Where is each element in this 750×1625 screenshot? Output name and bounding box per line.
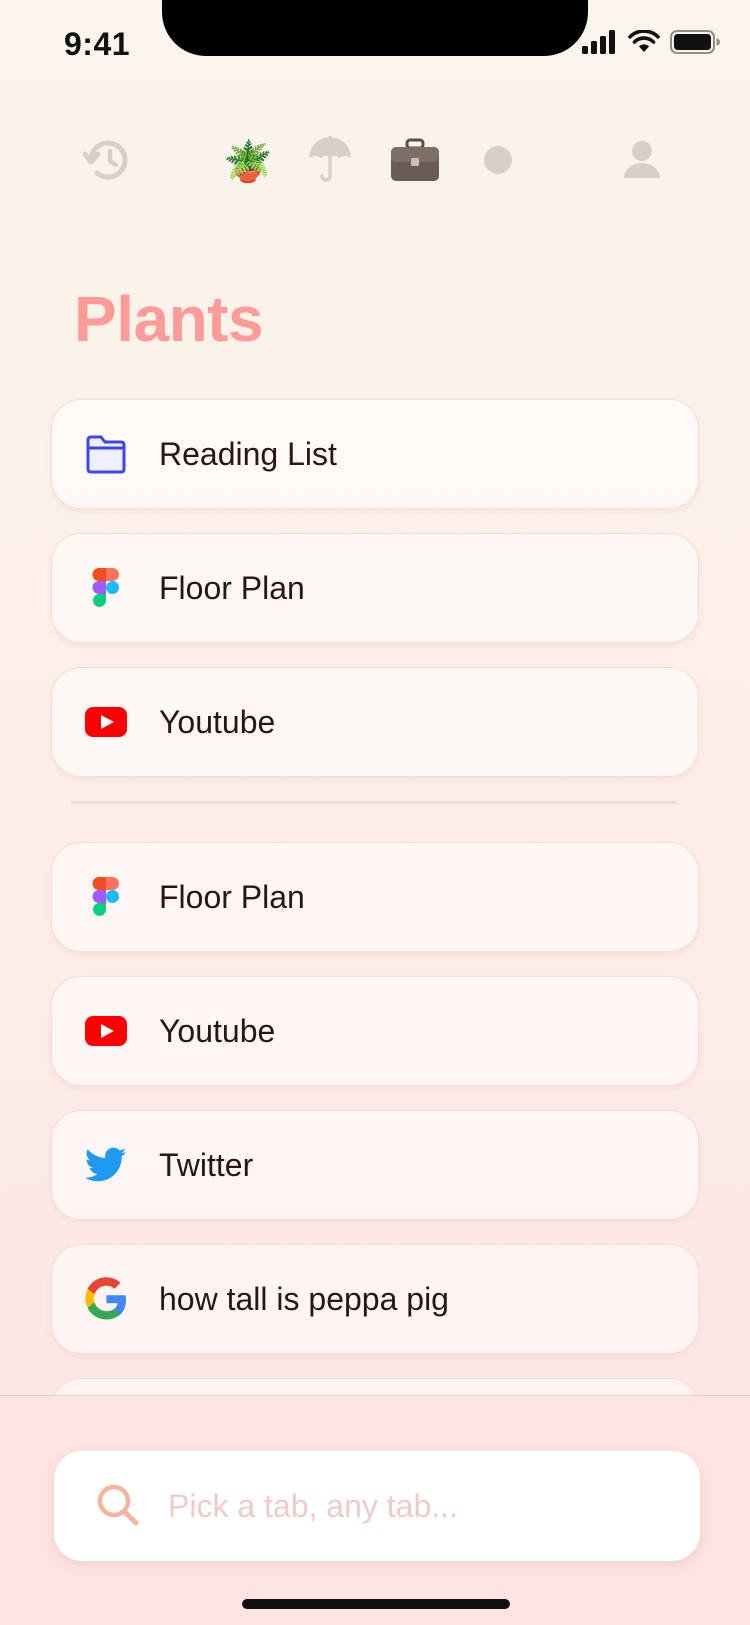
tab-row-twitter[interactable]: Twitter xyxy=(51,1110,699,1220)
briefcase-icon xyxy=(390,138,440,187)
space-plants[interactable]: 🪴 xyxy=(220,128,276,196)
tab-label: Floor Plan xyxy=(159,570,305,606)
history-icon xyxy=(82,138,133,187)
status-icons xyxy=(582,29,720,59)
wifi-icon xyxy=(628,29,660,59)
tab-row-youtube[interactable]: Youtube xyxy=(51,667,699,777)
home-indicator xyxy=(242,1599,510,1609)
figma-icon xyxy=(84,568,128,608)
bottom-sheet xyxy=(0,1395,750,1625)
twitter-icon xyxy=(84,1145,128,1185)
tab-row-youtube[interactable]: Youtube xyxy=(51,976,699,1086)
youtube-icon xyxy=(84,1011,128,1051)
space-toolbar: 🪴 xyxy=(0,128,750,196)
tab-row-floor-plan[interactable]: Floor Plan xyxy=(51,533,699,643)
pinned-divider xyxy=(71,801,677,804)
status-bar: 9:41 xyxy=(0,0,750,96)
profile-button[interactable] xyxy=(614,128,670,196)
dot-icon xyxy=(483,145,513,180)
status-time: 9:41 xyxy=(64,26,131,62)
tab-row-floor-plan[interactable]: Floor Plan xyxy=(51,842,699,952)
tab-label: Floor Plan xyxy=(159,879,305,915)
tab-list: Reading List Floor Plan Youtube Floor Pl… xyxy=(51,399,699,1409)
notch xyxy=(162,0,588,56)
battery-icon xyxy=(670,30,720,59)
folder-icon xyxy=(84,434,128,474)
search-box[interactable] xyxy=(54,1451,700,1561)
tab-label: Youtube xyxy=(159,1013,276,1049)
space-dot[interactable] xyxy=(470,128,526,196)
space-work[interactable] xyxy=(386,128,444,196)
page-title: Plants xyxy=(74,283,264,355)
search-icon xyxy=(96,1483,140,1532)
tab-row-reading-list[interactable]: Reading List xyxy=(51,399,699,509)
history-button[interactable] xyxy=(80,128,136,196)
plant-icon: 🪴 xyxy=(223,139,273,185)
cellular-signal-icon xyxy=(582,30,618,59)
tab-label: how tall is peppa pig xyxy=(159,1281,449,1317)
youtube-icon xyxy=(84,702,128,742)
tab-label: Reading List xyxy=(159,436,337,472)
space-umbrella[interactable] xyxy=(302,128,358,196)
tab-row-google-search[interactable]: how tall is peppa pig xyxy=(51,1244,699,1354)
search-input[interactable] xyxy=(166,1479,670,1533)
umbrella-icon xyxy=(307,135,353,189)
profile-icon xyxy=(623,140,661,185)
tab-label: Youtube xyxy=(159,704,276,740)
google-icon xyxy=(84,1277,128,1320)
tab-label: Twitter xyxy=(159,1147,254,1183)
figma-icon xyxy=(84,877,128,917)
